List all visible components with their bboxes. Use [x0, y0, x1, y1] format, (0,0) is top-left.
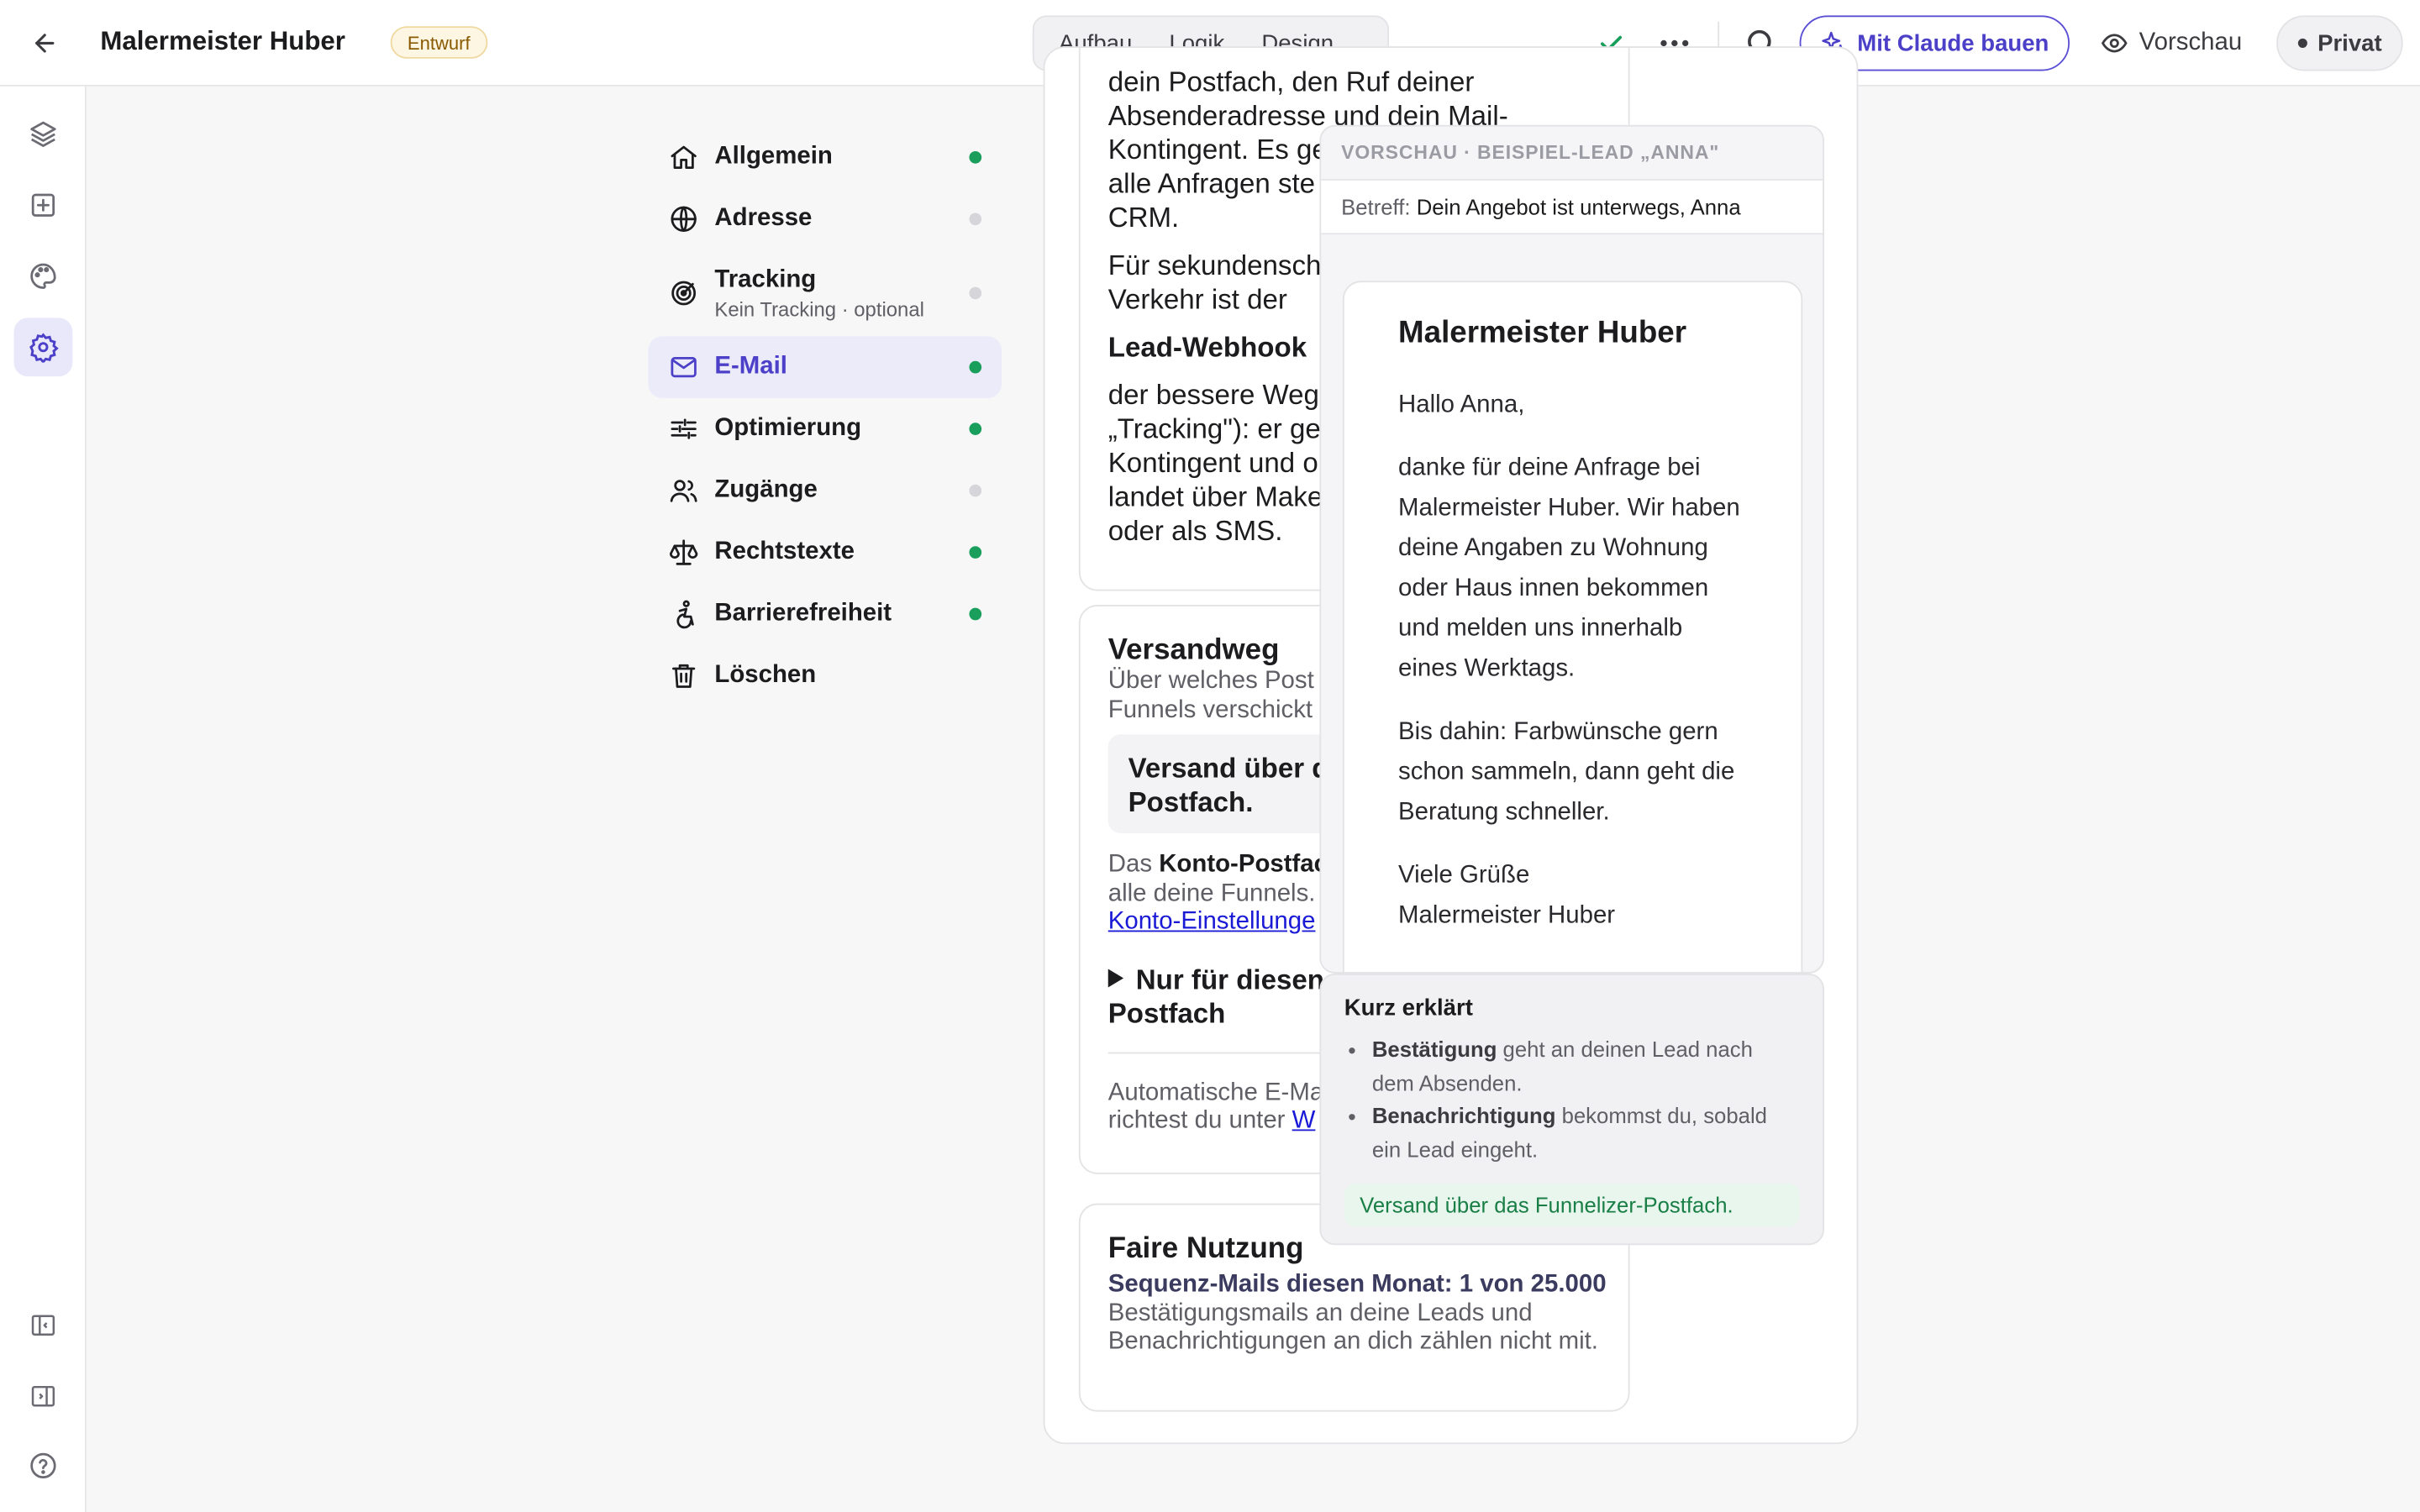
mail-greeting: Hallo Anna, — [1398, 391, 1525, 418]
left-rail — [0, 86, 87, 1512]
visibility-dot-icon — [2297, 38, 2307, 48]
settings-nav-label: Optimierung — [714, 415, 862, 442]
settings-nav-label: Tracking — [714, 265, 817, 293]
fair-use-description: Bestätigungsmails an deine Leads und Ben… — [1107, 1299, 1598, 1355]
trash-icon — [668, 660, 699, 691]
funnel-title: Malermeister Huber — [100, 26, 345, 56]
info-line-1: dein Postfach, den Ruf deiner — [1107, 66, 1475, 97]
disclosure-triangle-icon — [1107, 968, 1124, 987]
back-button[interactable] — [22, 22, 68, 65]
settings-nav-label: Zugänge — [714, 476, 818, 503]
target-icon — [668, 278, 699, 309]
layers-button[interactable] — [14, 105, 73, 164]
workflow-link[interactable]: W — [1292, 1108, 1316, 1134]
settings-nav-item-barrierefreiheit[interactable]: Barrierefreiheit — [648, 583, 1002, 644]
short-explanation-box: Kurz erklärt Bestätigung geht an deinen … — [1319, 973, 1824, 1246]
accessibility-icon — [668, 599, 699, 630]
explanation-item-notification: Benachrichtigung bekommst du, sobald ein… — [1372, 1100, 1800, 1167]
status-dot-icon — [969, 360, 982, 374]
design-button[interactable] — [14, 247, 73, 306]
fair-use-text: Sequenz-Mails diesen Monat: 1 von 25.000… — [1108, 1271, 1610, 1357]
notification-term: Benachrichtigung — [1371, 1103, 1556, 1128]
mail-paragraph-2: Bis dahin: Farbwünsche gern schon sammel… — [1398, 718, 1735, 826]
confirmation-term: Bestätigung — [1371, 1037, 1497, 1062]
collapse-left-button[interactable] — [14, 1296, 73, 1355]
settings-nav-label: Löschen — [714, 661, 817, 689]
status-dot-icon — [969, 213, 982, 226]
mail-closing-1: Viele Grüße — [1398, 862, 1530, 889]
account-settings-link[interactable]: Konto-Einstellunge — [1108, 909, 1316, 935]
status-dot-icon — [969, 150, 982, 164]
globe-icon — [668, 203, 699, 234]
sending-note: Versand über das Funnelizer-Postfach. — [1344, 1183, 1800, 1227]
status-dot-icon — [969, 286, 982, 300]
help-icon — [30, 1452, 56, 1479]
status-dot-icon — [969, 484, 982, 497]
status-dot-icon — [969, 546, 982, 559]
settings-nav-label: Barrierefreiheit — [714, 600, 892, 627]
mail-closing-2: Malermeister Huber — [1398, 902, 1616, 929]
auto-mail-text: richtest du unter — [1107, 1107, 1286, 1134]
explanation-list: Bestätigung geht an deinen Lead nach dem… — [1344, 1034, 1800, 1167]
status-badge: Entwurf — [390, 26, 487, 59]
home-icon — [668, 142, 699, 173]
users-icon — [668, 475, 699, 507]
help-button[interactable] — [14, 1436, 73, 1495]
add-square-icon — [31, 193, 55, 217]
preview-header: VORSCHAU · BEISPIEL-LEAD „ANNA" — [1341, 141, 1720, 164]
collapse-right-button[interactable] — [14, 1367, 73, 1425]
build-with-claude-label: Mit Claude bauen — [1857, 29, 2049, 57]
settings-nav-label: Adresse — [714, 205, 813, 232]
eye-icon — [2101, 34, 2128, 53]
mail-icon — [668, 352, 699, 383]
settings-nav-item-löschen[interactable]: Löschen — [648, 645, 1002, 706]
scale-icon — [668, 537, 699, 568]
settings-nav-item-optimierung[interactable]: Optimierung — [648, 398, 1002, 459]
settings-nav-sublabel: Kein Tracking · optional — [714, 297, 924, 321]
settings-nav-label: Rechtstexte — [714, 538, 855, 565]
account-mailbox-bold: Konto-Postfac — [1159, 851, 1328, 879]
layers-icon — [30, 121, 56, 147]
palette-icon — [30, 263, 56, 289]
mail-company-name: Malermeister Huber — [1398, 316, 1687, 350]
add-element-button[interactable] — [14, 176, 73, 234]
settings-nav-item-adresse[interactable]: Adresse — [648, 188, 1002, 249]
fair-use-usage: Sequenz-Mails diesen Monat: 1 von 25.000 — [1107, 1271, 1607, 1298]
settings-nav-item-rechtstexte[interactable]: Rechtstexte — [648, 522, 1002, 583]
preview-label: Vorschau — [2139, 29, 2243, 56]
settings-nav-label: E-Mail — [714, 353, 787, 380]
subject-text: Dein Angebot ist unterwegs, Anna — [1416, 194, 1741, 219]
funnel-mailbox-toggle-line-1: Nur für diesen — [1135, 963, 1324, 995]
preview-button[interactable]: Vorschau — [2101, 24, 2242, 61]
settings-button[interactable] — [13, 318, 73, 377]
collapse-right-icon — [31, 1385, 55, 1407]
status-dot-icon — [969, 607, 982, 621]
email-preview-panel: VORSCHAU · BEISPIEL-LEAD „ANNA" Betreff:… — [1319, 124, 1824, 974]
settings-nav-item-tracking[interactable]: Tracking Kein Tracking · optional — [648, 250, 1002, 337]
mail-paragraph-1: danke für deine Anfrage bei Malermeister… — [1398, 454, 1740, 682]
subject-label: Betreff: — [1341, 194, 1411, 219]
status-dot-icon — [969, 423, 982, 435]
settings-nav-item-allgemein[interactable]: Allgemein — [648, 127, 1002, 188]
settings-nav-item-e-mail[interactable]: E-Mail — [648, 336, 1002, 398]
explanation-title: Kurz erklärt — [1344, 995, 1473, 1021]
account-mailbox-prefix: Das — [1107, 851, 1160, 879]
arrow-left-icon — [35, 34, 55, 53]
settings-nav-label: Allgemein — [714, 143, 833, 171]
visibility-button[interactable]: Privat — [2276, 15, 2403, 71]
explanation-item-confirmation: Bestätigung geht an deinen Lead nach dem… — [1372, 1034, 1800, 1100]
settings-nav: Allgemein Adresse Tracking Kein Tracking · … — [648, 127, 1002, 707]
sliders-icon — [668, 413, 699, 444]
settings-gear-icon — [29, 333, 59, 363]
collapse-left-icon — [31, 1315, 55, 1336]
settings-nav-item-zugänge[interactable]: Zugänge — [648, 459, 1002, 521]
mail-body: Malermeister Huber Hallo Anna, danke für… — [1342, 281, 1803, 973]
preview-subject-row: Betreff: Dein Angebot ist unterwegs, Ann… — [1321, 179, 1823, 235]
visibility-label: Privat — [2317, 29, 2382, 57]
